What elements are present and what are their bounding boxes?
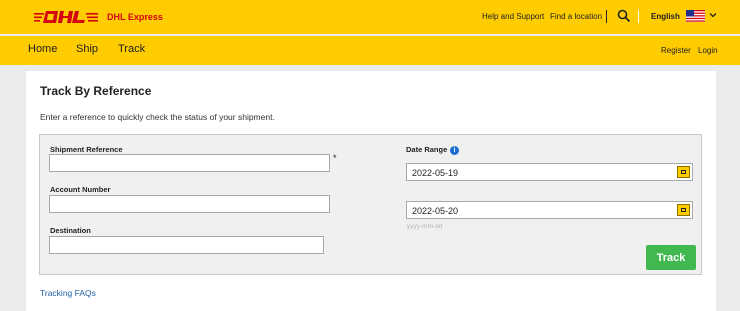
chevron-down-icon[interactable]: [709, 11, 717, 19]
date-from-value: 2022-05-19: [412, 168, 459, 178]
date-format-hint: yyyy-mm-dd: [407, 223, 443, 230]
tracking-faqs-link[interactable]: Tracking FAQs: [40, 288, 96, 298]
date-to-value: 2022-05-20: [412, 206, 459, 216]
help-support-link[interactable]: Help and Support: [482, 12, 544, 21]
nav-track[interactable]: Track: [118, 43, 145, 55]
date-to-input[interactable]: 2022-05-20: [406, 201, 693, 219]
brand-name: DHL Express: [107, 12, 163, 22]
calendar-icon[interactable]: [677, 204, 690, 216]
top-bar: DHL Express Help and Support Find a loca…: [0, 0, 740, 34]
find-location-link[interactable]: Find a location: [550, 12, 602, 21]
required-marker: *: [333, 153, 337, 163]
divider: [606, 10, 607, 23]
nav-home[interactable]: Home: [28, 43, 57, 55]
us-flag-icon[interactable]: [686, 10, 705, 22]
register-link[interactable]: Register: [661, 46, 691, 55]
nav-ship[interactable]: Ship: [76, 43, 98, 55]
track-button[interactable]: Track: [646, 245, 696, 270]
login-link[interactable]: Login: [698, 46, 718, 55]
info-icon[interactable]: i: [450, 146, 459, 155]
search-icon[interactable]: [617, 9, 631, 23]
calendar-icon[interactable]: [677, 166, 690, 178]
language-selector[interactable]: English: [651, 12, 680, 21]
shipment-reference-input[interactable]: [49, 154, 330, 172]
date-from-input[interactable]: 2022-05-19: [406, 163, 693, 181]
page-subtitle: Enter a reference to quickly check the s…: [40, 112, 275, 122]
divider: [638, 10, 639, 23]
shipment-reference-label: Shipment Reference: [50, 145, 123, 154]
account-number-input[interactable]: [49, 195, 330, 213]
main-nav: Home Ship Track Register Login: [0, 36, 740, 65]
date-range-label: Date Range: [406, 145, 448, 154]
account-number-label: Account Number: [50, 185, 111, 194]
destination-label: Destination: [50, 226, 91, 235]
dhl-logo[interactable]: [34, 10, 98, 24]
destination-input[interactable]: [49, 236, 324, 254]
page-title: Track By Reference: [40, 84, 152, 98]
